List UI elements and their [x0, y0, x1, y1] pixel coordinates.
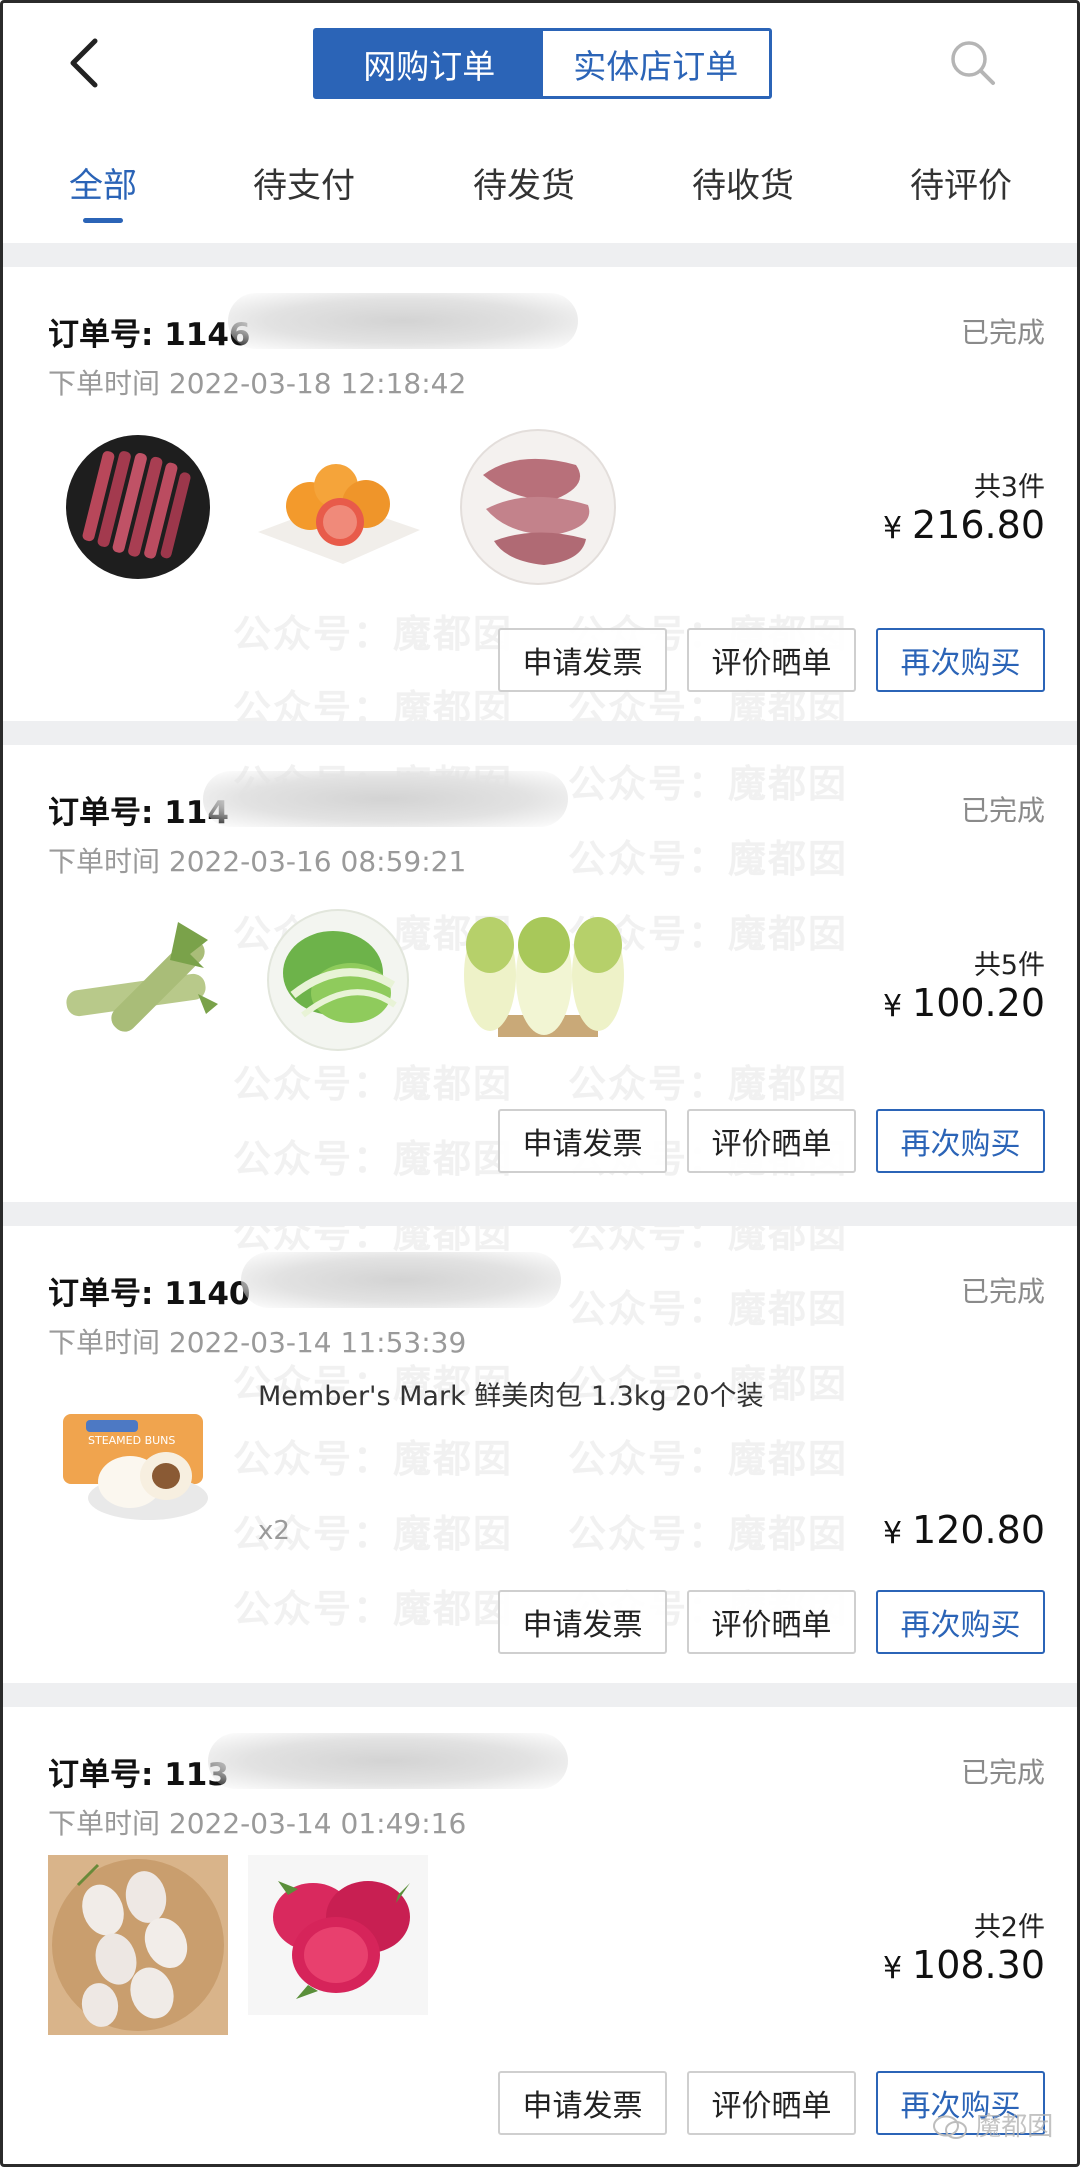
- buy-again-button[interactable]: 再次购买: [876, 1109, 1045, 1173]
- item-count: 共2件: [973, 1912, 1045, 1943]
- top-bar: 网购订单 实体店订单: [3, 3, 1077, 128]
- price-value: 108.30: [912, 1943, 1045, 1987]
- order-time: 下单时间 2022-03-14 01:49:16: [48, 1807, 467, 1840]
- currency-symbol: ¥: [882, 989, 903, 1024]
- product-name: Member's Mark 鲜美肉包 1.3kg 20个装: [258, 1381, 764, 1412]
- search-icon: [951, 41, 995, 85]
- order-number-blur: [241, 1252, 561, 1308]
- product-thumb-grapefruit[interactable]: [248, 442, 428, 572]
- review-button[interactable]: 评价晒单: [687, 2071, 856, 2135]
- request-invoice-button[interactable]: 申请发票: [498, 628, 667, 692]
- wechat-icon: [933, 2115, 967, 2139]
- order-total: ¥108.30: [883, 1943, 1045, 1987]
- order-number: 订单号: 1140: [48, 1276, 251, 1312]
- back-button[interactable]: [61, 31, 111, 95]
- order-list-screen: 网购订单 实体店订单 全部 待支付 待发货 待收货 待评价 公众号：魔都囡 公众…: [0, 0, 1080, 2167]
- tab-pending-payment[interactable]: 待支付: [253, 158, 355, 207]
- product-thumb-steak[interactable]: [63, 432, 213, 582]
- order-time: 下单时间 2022-03-18 12:18:42: [48, 367, 467, 400]
- tab-all[interactable]: 全部: [69, 158, 137, 207]
- product-thumb-cabbage[interactable]: [458, 915, 628, 1045]
- order-card: 订单号: 1146 已完成 下单时间 2022-03-18 12:18:42 共…: [3, 267, 1077, 721]
- review-button[interactable]: 评价晒单: [687, 1109, 856, 1173]
- product-thumb-pork[interactable]: [458, 427, 618, 587]
- order-total: ¥120.80: [883, 1508, 1045, 1552]
- active-tab-indicator: [83, 218, 123, 223]
- order-number-blur: [228, 293, 578, 349]
- store-orders-tab[interactable]: 实体店订单: [542, 31, 769, 96]
- item-count: 共3件: [973, 472, 1045, 503]
- product-thumb-dragon-fruit[interactable]: [248, 1855, 428, 2015]
- price-value: 120.80: [912, 1508, 1045, 1552]
- item-count: 共5件: [973, 950, 1045, 981]
- buy-again-button[interactable]: 再次购买: [876, 628, 1045, 692]
- request-invoice-button[interactable]: 申请发票: [498, 1109, 667, 1173]
- section-divider: [3, 721, 1077, 745]
- product-quantity: x2: [258, 1516, 290, 1546]
- section-divider: [3, 243, 1077, 267]
- order-time: 下单时间 2022-03-14 11:53:39: [48, 1326, 467, 1359]
- tab-pending-receipt[interactable]: 待收货: [692, 158, 794, 207]
- tab-pending-shipment[interactable]: 待发货: [473, 158, 575, 207]
- order-number-blur: [203, 771, 568, 827]
- status-filter-tabs: 全部 待支付 待发货 待收货 待评价: [3, 128, 1077, 243]
- corner-watermark: 魔都囡: [933, 2106, 1053, 2143]
- order-status: 已完成: [960, 1275, 1045, 1308]
- svg-text:STEAMED BUNS: STEAMED BUNS: [88, 1434, 175, 1447]
- section-divider: [3, 1202, 1077, 1226]
- buy-again-button[interactable]: 再次购买: [876, 1590, 1045, 1654]
- product-thumb-meat-buns[interactable]: STEAMED BUNS: [58, 1406, 218, 1526]
- order-number: 订单号: 114: [48, 795, 229, 831]
- order-card: 订单号: 1140 已完成 下单时间 2022-03-14 11:53:39 S…: [3, 1226, 1077, 1683]
- review-button[interactable]: 评价晒单: [687, 1590, 856, 1654]
- request-invoice-button[interactable]: 申请发票: [498, 1590, 667, 1654]
- review-button[interactable]: 评价晒单: [687, 628, 856, 692]
- order-type-switch: 网购订单 实体店订单: [313, 28, 772, 99]
- tab-pending-review[interactable]: 待评价: [910, 158, 1012, 207]
- price-value: 216.80: [912, 503, 1045, 547]
- currency-symbol: ¥: [882, 511, 903, 546]
- order-time: 下单时间 2022-03-16 08:59:21: [48, 845, 467, 878]
- order-status: 已完成: [960, 1756, 1045, 1789]
- order-status: 已完成: [960, 794, 1045, 827]
- request-invoice-button[interactable]: 申请发票: [498, 2071, 667, 2135]
- back-arrow-icon: [70, 38, 98, 88]
- order-status: 已完成: [960, 316, 1045, 349]
- order-total: ¥100.20: [883, 981, 1045, 1025]
- search-button[interactable]: [949, 39, 997, 87]
- product-thumb-lettuce-stem[interactable]: [58, 910, 223, 1060]
- order-card: 订单号: 113 已完成 下单时间 2022-03-14 01:49:16 共2…: [3, 1707, 1077, 2164]
- currency-symbol: ¥: [882, 1516, 903, 1551]
- order-number-blur: [208, 1733, 568, 1789]
- order-number: 订单号: 1146: [48, 317, 251, 353]
- order-card: 订单号: 114 已完成 下单时间 2022-03-16 08:59:21 共5…: [3, 745, 1077, 1202]
- product-thumb-lettuce[interactable]: [263, 905, 413, 1055]
- currency-symbol: ¥: [882, 1951, 903, 1986]
- order-total: ¥216.80: [883, 503, 1045, 547]
- section-divider: [3, 1683, 1077, 1707]
- online-orders-tab[interactable]: 网购订单: [316, 31, 543, 96]
- price-value: 100.20: [912, 981, 1045, 1025]
- order-number: 订单号: 113: [48, 1757, 229, 1793]
- product-thumb-chicken-breast[interactable]: [48, 1855, 228, 2035]
